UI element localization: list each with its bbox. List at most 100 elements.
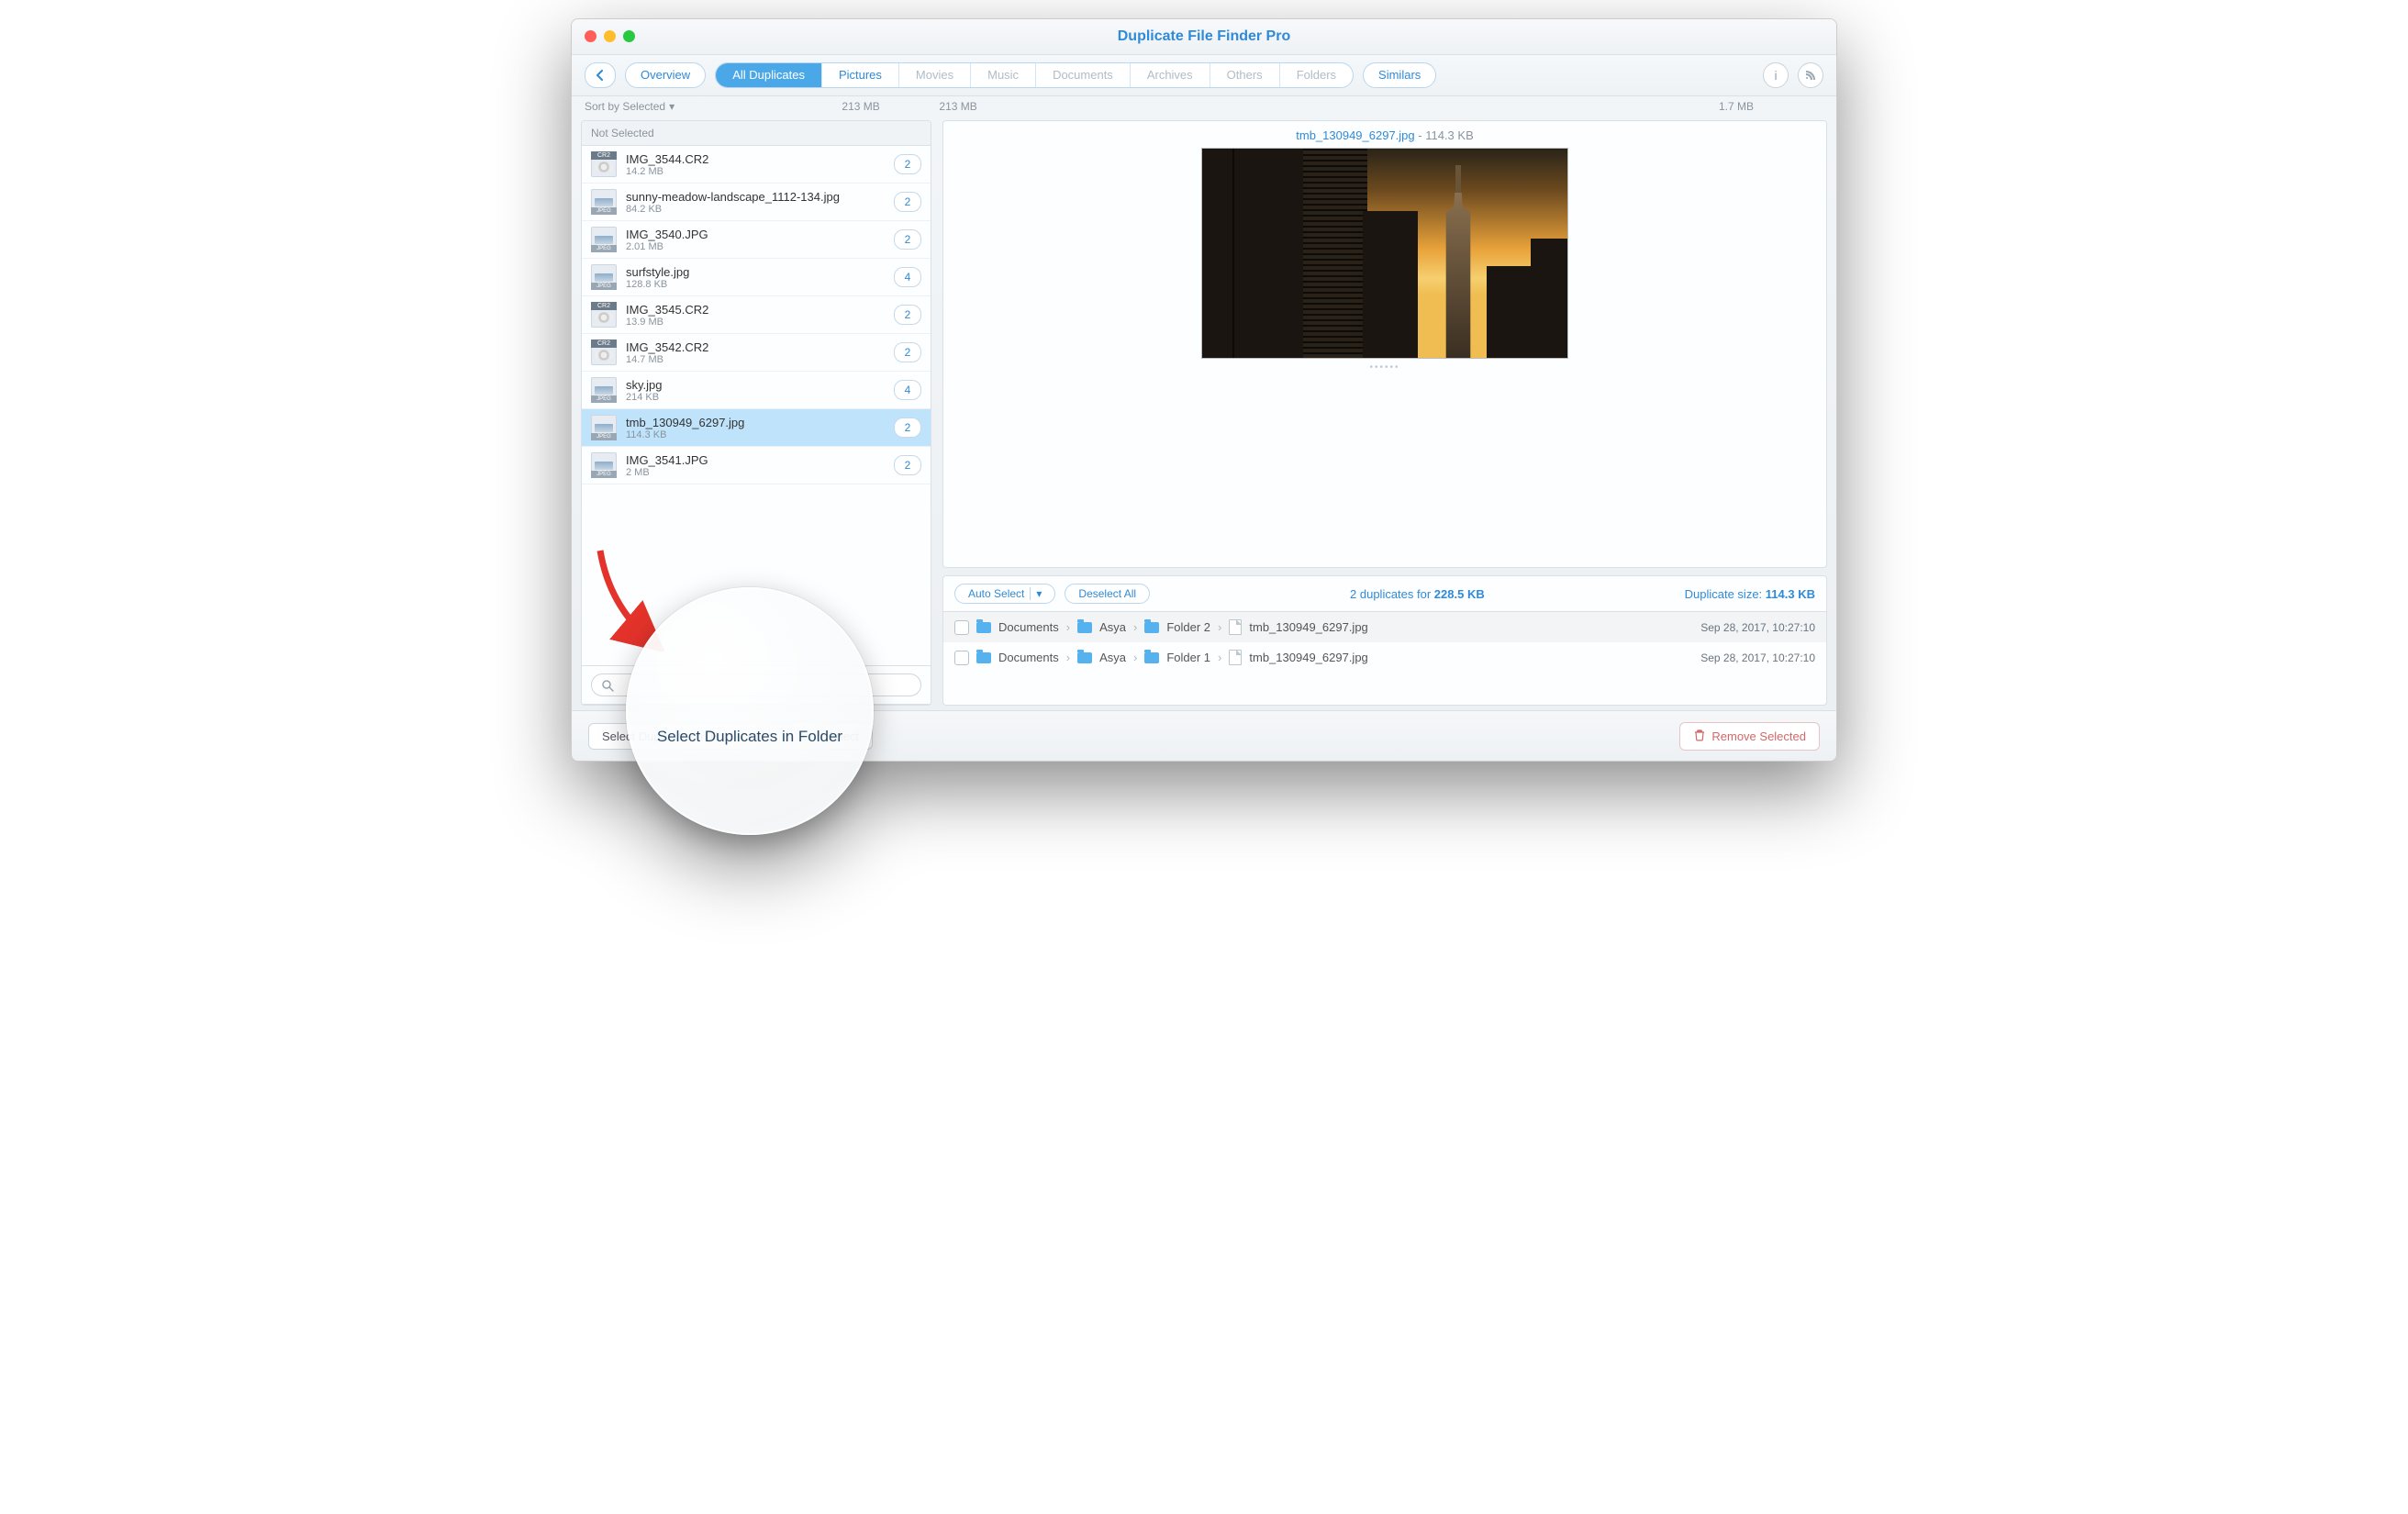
duplicate-count-badge: 2 — [894, 455, 921, 475]
chevron-down-icon: ▾ — [669, 100, 674, 113]
tab-archives[interactable]: Archives — [1131, 63, 1210, 87]
chevron-right-icon: › — [1218, 620, 1221, 634]
folder-icon — [976, 622, 991, 633]
file-thumb-icon — [591, 189, 617, 215]
search-icon — [601, 679, 614, 692]
tab-pictures[interactable]: Pictures — [822, 63, 899, 87]
file-thumb-icon — [591, 452, 617, 478]
preview-title: tmb_130949_6297.jpg - 114.3 KB — [1296, 128, 1474, 142]
file-icon — [1229, 650, 1242, 665]
file-size: 214 KB — [626, 392, 885, 403]
folder-icon — [1144, 652, 1159, 663]
file-size: 14.7 MB — [626, 354, 885, 365]
close-window-icon[interactable] — [585, 30, 596, 42]
tab-music[interactable]: Music — [971, 63, 1036, 87]
remove-selected-button[interactable]: Remove Selected — [1679, 722, 1820, 751]
tab-folders[interactable]: Folders — [1280, 63, 1353, 87]
file-name: IMG_3540.JPG — [626, 228, 885, 241]
titlebar: Duplicate File Finder Pro — [572, 19, 1836, 55]
file-thumb-icon — [591, 227, 617, 252]
tab-all-duplicates[interactable]: All Duplicates — [716, 63, 822, 87]
sidebar-header: Not Selected — [582, 121, 931, 146]
list-item[interactable]: IMG_3545.CR213.9 MB2 — [582, 296, 931, 334]
list-item[interactable]: tmb_130949_6297.jpg114.3 KB2 — [582, 409, 931, 447]
duplicate-count-badge: 2 — [894, 192, 921, 212]
file-thumb-icon — [591, 302, 617, 328]
tab-documents[interactable]: Documents — [1036, 63, 1131, 87]
overview-button[interactable]: Overview — [625, 62, 706, 88]
file-size: 2 MB — [626, 467, 885, 478]
file-name: IMG_3541.JPG — [626, 453, 885, 467]
preview-pane: tmb_130949_6297.jpg - 114.3 KB •••••• — [942, 120, 1827, 568]
file-name: IMG_3545.CR2 — [626, 303, 885, 317]
duplicate-row[interactable]: Documents›Asya›Folder 1›tmb_130949_6297.… — [943, 642, 1826, 673]
list-item[interactable]: IMG_3544.CR214.2 MB2 — [582, 146, 931, 184]
duplicate-count-badge: 4 — [894, 267, 921, 287]
lens-label: Select Duplicates in Folder — [657, 728, 842, 746]
file-thumb-icon — [591, 264, 617, 290]
preview-filename: tmb_130949_6297.jpg — [1296, 128, 1414, 142]
row-date: Sep 28, 2017, 10:27:10 — [1700, 651, 1815, 664]
sort-label: Sort by Selected — [585, 100, 665, 113]
file-thumb-icon — [591, 340, 617, 365]
file-name: IMG_3544.CR2 — [626, 152, 885, 166]
auto-select-button[interactable]: Auto Select ▾ — [954, 584, 1055, 604]
back-button[interactable] — [585, 62, 616, 88]
toolbar: Overview All DuplicatesPicturesMoviesMus… — [572, 55, 1836, 96]
tab-movies[interactable]: Movies — [899, 63, 971, 87]
folder-icon — [1077, 622, 1092, 633]
size-all-duplicates: 213 MB — [812, 100, 909, 113]
size-pictures: 213 MB — [909, 100, 1007, 113]
sizes-row: Sort by Selected ▾ 213 MB 213 MB 1.7 MB — [572, 96, 1836, 120]
file-size: 13.9 MB — [626, 317, 885, 328]
file-name: IMG_3542.CR2 — [626, 340, 885, 354]
preview-size: 114.3 KB — [1425, 128, 1474, 142]
sort-dropdown[interactable]: Sort by Selected ▾ — [585, 100, 674, 113]
row-checkbox[interactable] — [954, 620, 969, 635]
rss-button[interactable] — [1798, 62, 1823, 88]
duplicates-summary: 2 duplicates for 228.5 KB — [1159, 587, 1676, 601]
file-name: tmb_130949_6297.jpg — [626, 416, 885, 429]
chevron-right-icon: › — [1066, 620, 1070, 634]
list-item[interactable]: sky.jpg214 KB 4 — [582, 372, 931, 409]
row-date: Sep 28, 2017, 10:27:10 — [1700, 621, 1815, 634]
list-item[interactable]: surfstyle.jpg128.8 KB 4 — [582, 259, 931, 296]
chevron-right-icon: › — [1066, 651, 1070, 664]
list-item[interactable]: sunny-meadow-landscape_1112-134.jpg84.2 … — [582, 184, 931, 221]
list-item[interactable]: IMG_3541.JPG2 MB 2 — [582, 447, 931, 484]
duplicate-count-badge: 2 — [894, 417, 921, 438]
chevron-right-icon: › — [1133, 620, 1137, 634]
file-icon — [1229, 619, 1242, 635]
list-item[interactable]: IMG_3542.CR214.7 MB 2 — [582, 334, 931, 372]
file-name: sky.jpg — [626, 378, 885, 392]
zoom-window-icon[interactable] — [623, 30, 635, 42]
size-similars: 1.7 MB — [1704, 100, 1768, 113]
list-item[interactable]: IMG_3540.JPG2.01 MB 2 — [582, 221, 931, 259]
deselect-all-button[interactable]: Deselect All — [1065, 584, 1150, 604]
resize-grip-icon[interactable]: •••••• — [1369, 362, 1399, 373]
file-size: 84.2 KB — [626, 204, 885, 215]
file-name: surfstyle.jpg — [626, 265, 885, 279]
annotation-magnifier: Select Duplicates in Folder — [626, 587, 874, 835]
preview-image — [1201, 148, 1568, 359]
minimize-window-icon[interactable] — [604, 30, 616, 42]
trash-icon — [1693, 729, 1706, 744]
file-size: 128.8 KB — [626, 279, 885, 290]
duplicate-count-badge: 2 — [894, 229, 921, 250]
duplicate-count-badge: 2 — [894, 342, 921, 362]
file-thumb-icon — [591, 415, 617, 440]
row-checkbox[interactable] — [954, 651, 969, 665]
info-button[interactable]: i — [1763, 62, 1789, 88]
file-thumb-icon — [591, 151, 617, 177]
duplicate-count-badge: 4 — [894, 380, 921, 400]
folder-icon — [1077, 652, 1092, 663]
duplicate-size-label: Duplicate size: 114.3 KB — [1685, 587, 1815, 601]
chevron-down-icon[interactable]: ▾ — [1030, 587, 1042, 600]
duplicate-row[interactable]: Documents›Asya›Folder 2›tmb_130949_6297.… — [943, 612, 1826, 642]
file-thumb-icon — [591, 377, 617, 403]
tab-others[interactable]: Others — [1210, 63, 1280, 87]
similars-button[interactable]: Similars — [1363, 62, 1436, 88]
folder-icon — [976, 652, 991, 663]
chevron-right-icon: › — [1218, 651, 1221, 664]
file-size: 2.01 MB — [626, 241, 885, 252]
